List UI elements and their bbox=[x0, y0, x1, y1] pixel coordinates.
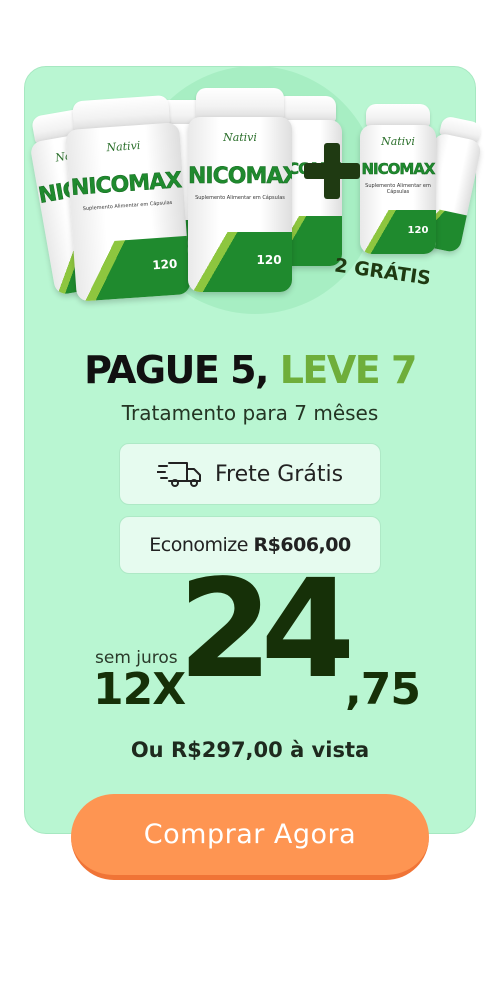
product-subtitle: Suplemento Alimentar em Cápsulas bbox=[365, 183, 431, 196]
plus-icon bbox=[304, 143, 360, 199]
cash-price: Ou R$297,00 à vista bbox=[130, 738, 370, 762]
brand-label: Nativi bbox=[223, 130, 257, 144]
capsule-count: 120 bbox=[151, 256, 178, 273]
bottle-cap bbox=[196, 88, 284, 119]
offer-headline: PAGUE 5, LEVE 7 bbox=[0, 348, 500, 392]
headline-prefix: PAGUE 5, bbox=[84, 348, 269, 392]
headline-highlight: LEVE 7 bbox=[279, 348, 418, 392]
capsule-count: 120 bbox=[256, 253, 282, 268]
installment-count: 12X bbox=[93, 664, 186, 715]
truck-icon bbox=[156, 462, 201, 487]
product-bottle: Nativi NICOMAX Suplemento Alimentar em C… bbox=[63, 94, 191, 302]
bonus-bottle: Nativi NICOMAX Suplemento Alimentar em C… bbox=[360, 104, 436, 254]
brand-label: Nativi bbox=[106, 138, 141, 155]
buy-now-button[interactable]: Comprar Agora bbox=[71, 794, 429, 880]
shipping-label: Frete Grátis bbox=[214, 461, 344, 487]
product-name: NICOMAX bbox=[70, 168, 182, 202]
product-subtitle: Suplemento Alimentar em Cápsulas bbox=[82, 200, 173, 213]
treatment-duration: Tratamento para 7 mêses bbox=[121, 401, 379, 425]
capsule-count: 120 bbox=[407, 224, 429, 236]
bottle-cap bbox=[366, 104, 430, 127]
price-cents: ,75 bbox=[345, 664, 421, 715]
product-name: NICOMAX bbox=[188, 163, 292, 190]
brand-label: Nativi bbox=[381, 135, 415, 149]
product-name: NICOMAX bbox=[361, 159, 436, 179]
bottle-label: Nativi NICOMAX Suplemento Alimentar em C… bbox=[360, 125, 436, 254]
bottle-label: Nativi NICOMAX Suplemento Alimentar em C… bbox=[188, 116, 292, 292]
price-integer: 24 bbox=[178, 551, 355, 709]
product-subtitle: Suplemento Alimentar em Cápsulas bbox=[195, 195, 285, 202]
product-bottle: Nativi NICOMAX Suplemento Alimentar em C… bbox=[188, 88, 292, 292]
bottle-label: Nativi NICOMAX Suplemento Alimentar em C… bbox=[65, 122, 191, 302]
free-shipping-badge: Frete Grátis bbox=[119, 443, 381, 505]
